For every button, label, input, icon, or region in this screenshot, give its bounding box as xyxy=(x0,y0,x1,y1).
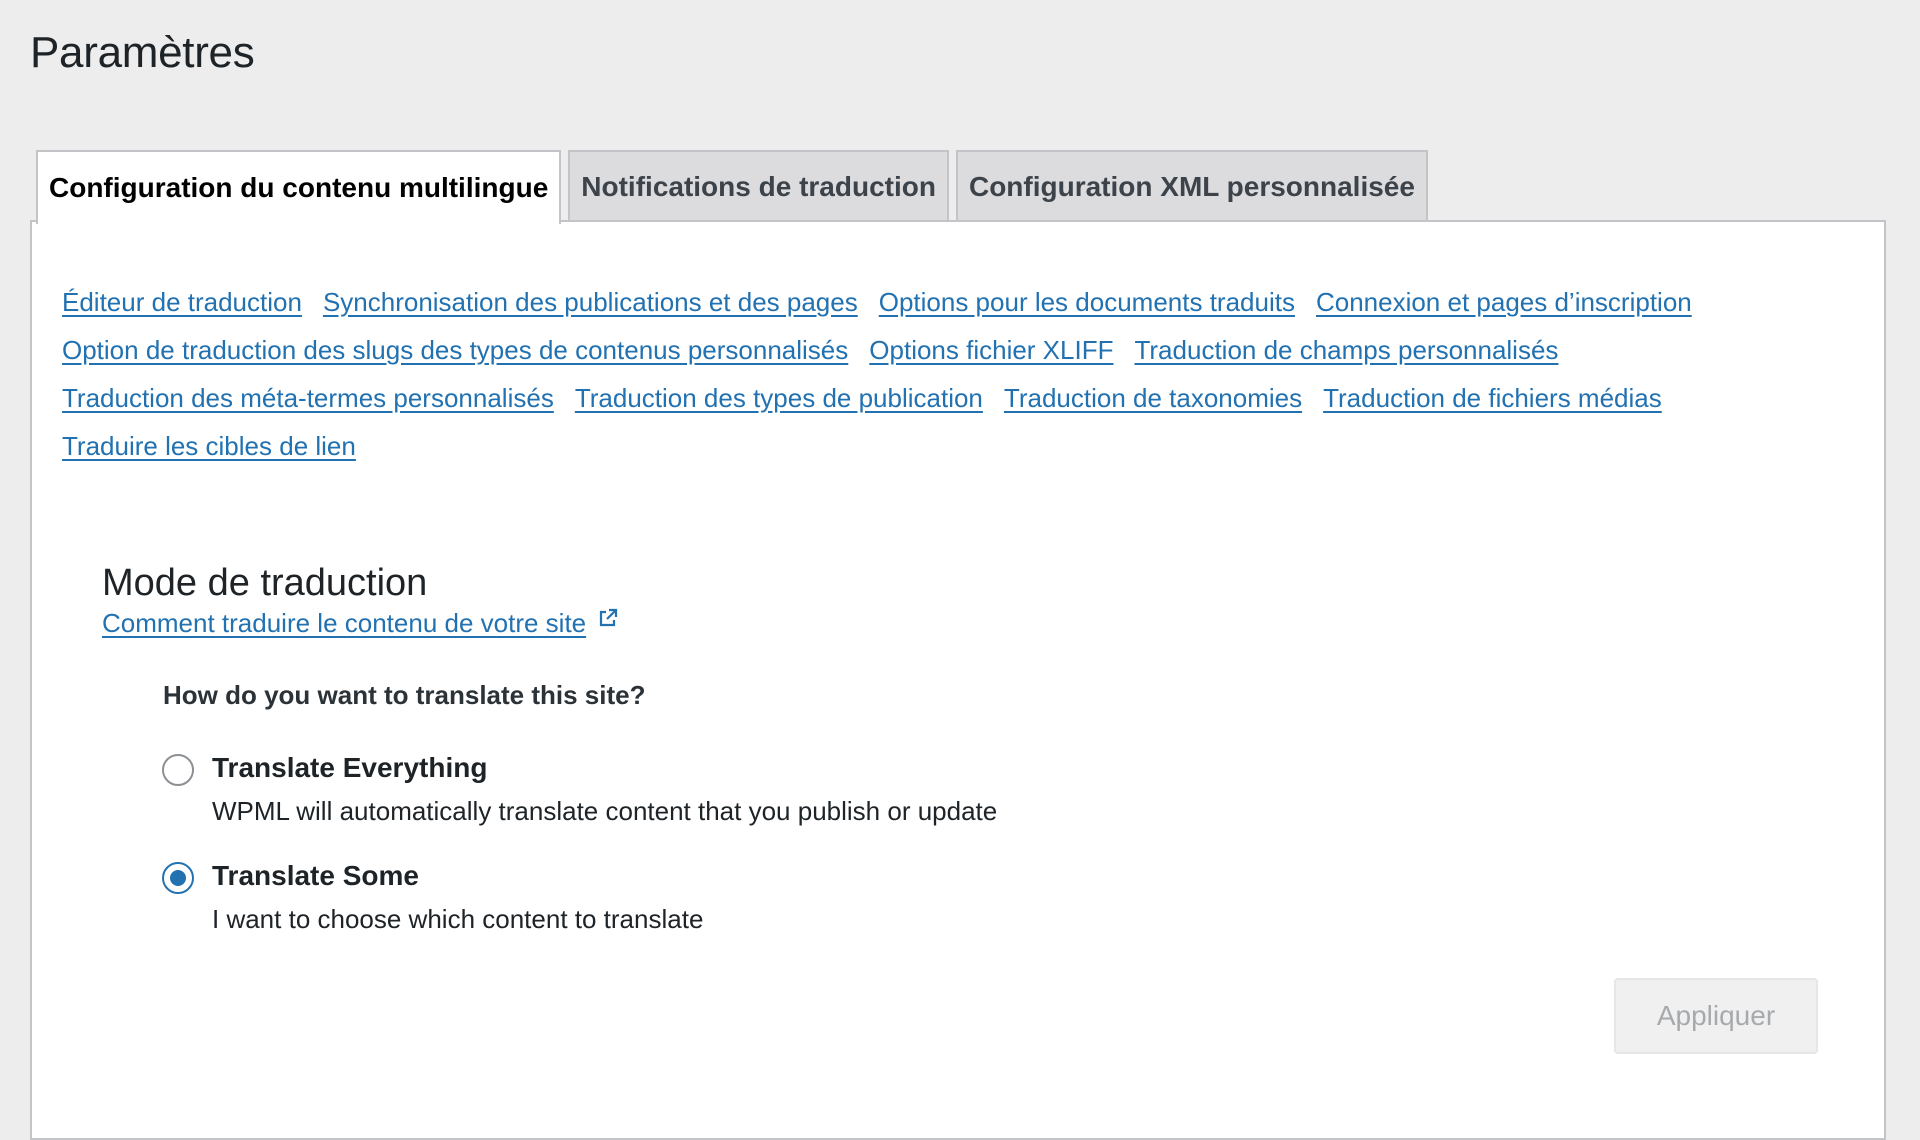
link-media-translation[interactable]: Traduction de fichiers médias xyxy=(1323,374,1662,422)
tab-multilingual-content[interactable]: Configuration du contenu multilingue xyxy=(36,150,562,224)
help-link-label: Comment traduire le contenu de votre sit… xyxy=(102,608,587,638)
radio-translate-everything[interactable] xyxy=(162,754,194,786)
translation-mode-title: Mode de traduction xyxy=(102,562,428,604)
page-title: Paramètres xyxy=(30,28,255,77)
link-login-registration-pages[interactable]: Connexion et pages d’inscription xyxy=(1316,278,1692,326)
tab-translation-notifications[interactable]: Notifications de traduction xyxy=(568,150,949,222)
option-label: Translate Some xyxy=(212,860,419,891)
link-translated-documents-options[interactable]: Options pour les documents traduits xyxy=(879,278,1295,326)
help-link[interactable]: Comment traduire le contenu de votre sit… xyxy=(102,608,618,639)
link-custom-term-meta-translation[interactable]: Traduction des méta-termes personnalisés xyxy=(62,374,554,422)
link-taxonomies-translation[interactable]: Traduction de taxonomies xyxy=(1004,374,1302,422)
option-description: WPML will automatically translate conten… xyxy=(212,796,998,826)
section-links: Éditeur de traduction Synchronisation de… xyxy=(62,278,1862,470)
link-custom-post-slugs[interactable]: Option de traduction des slugs des types… xyxy=(62,326,848,374)
link-posts-pages-sync[interactable]: Synchronisation des publications et des … xyxy=(323,278,858,326)
radio-translate-some[interactable] xyxy=(162,862,194,894)
link-link-targets[interactable]: Traduire les cibles de lien xyxy=(62,422,356,470)
link-translation-editor[interactable]: Éditeur de traduction xyxy=(62,278,302,326)
settings-tabs: Configuration du contenu multilingue Not… xyxy=(36,150,1428,224)
apply-button[interactable]: Appliquer xyxy=(1614,978,1818,1054)
settings-panel: Éditeur de traduction Synchronisation de… xyxy=(30,220,1886,1140)
link-custom-fields-translation[interactable]: Traduction de champs personnalisés xyxy=(1134,326,1558,374)
tab-custom-xml[interactable]: Configuration XML personnalisée xyxy=(955,150,1428,222)
option-description: I want to choose which content to transl… xyxy=(212,904,704,934)
link-xliff-options[interactable]: Options fichier XLIFF xyxy=(869,326,1113,374)
external-link-icon xyxy=(600,608,618,626)
link-post-types-translation[interactable]: Traduction des types de publication xyxy=(575,374,983,422)
translation-question: How do you want to translate this site? xyxy=(163,680,646,710)
option-label: Translate Everything xyxy=(212,752,488,783)
